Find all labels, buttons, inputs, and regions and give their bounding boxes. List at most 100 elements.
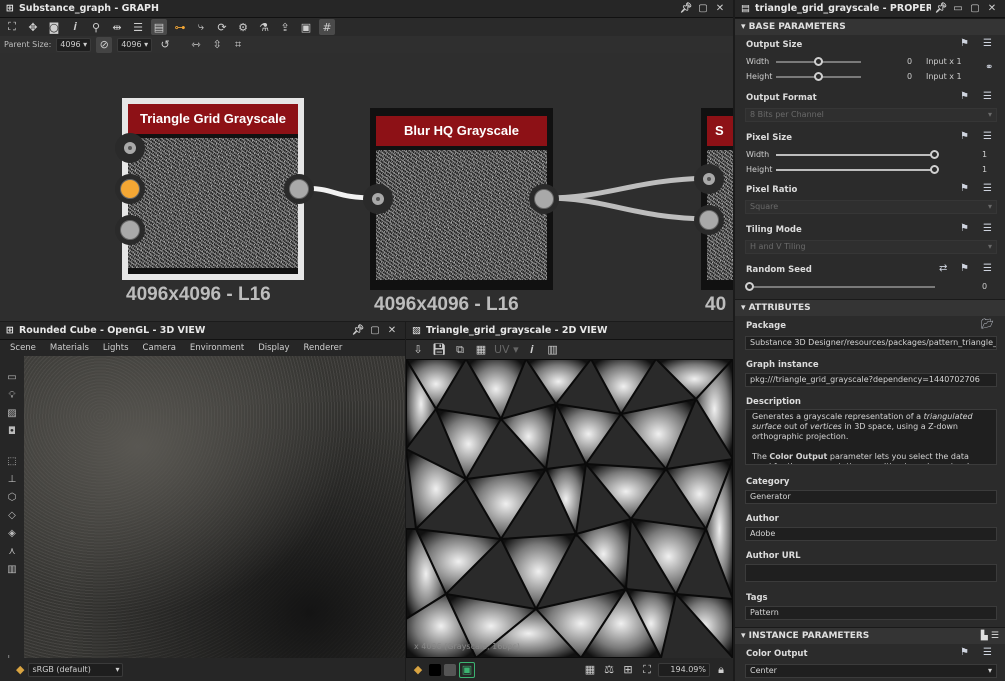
cube-view-icon[interactable]: ⬡ [4, 490, 20, 504]
menu-display[interactable]: Display [258, 343, 289, 353]
node-triangle-grid[interactable]: Triangle Grid Grayscale [122, 98, 304, 280]
graph-instance-field[interactable]: pkg:///triangle_grid_grayscale?dependenc… [745, 373, 997, 387]
colorspace-select[interactable]: sRGB (default) ▾ [28, 662, 124, 677]
category-field[interactable]: Generator [745, 490, 997, 504]
compare-icon[interactable]: ⚖ [601, 662, 617, 678]
export-image-icon[interactable]: ⇩ [410, 342, 426, 358]
axis-icon[interactable]: ⊥ [4, 472, 20, 486]
expose-icon[interactable]: ⚑ [960, 647, 969, 658]
grid-toggle-icon[interactable]: ▦ [582, 662, 598, 678]
tile-view-icon[interactable]: ⊞ [620, 662, 636, 678]
menu-icon[interactable]: ☰ [983, 38, 992, 49]
package-field[interactable]: Substance 3D Designer/resources/packages… [745, 336, 997, 350]
menu-icon[interactable]: ☰ [983, 223, 992, 234]
menu-icon[interactable]: ☰ [983, 263, 992, 274]
output-format-select[interactable]: 8 Bits per Channel ▾ [745, 108, 997, 122]
random-seed-value[interactable]: 0 [982, 282, 987, 291]
float-icon[interactable]: ▭ [951, 3, 965, 14]
layers-icon[interactable]: ◈ [4, 526, 20, 540]
link-icon[interactable]: ⚭ [985, 62, 993, 73]
output-port[interactable] [284, 174, 314, 204]
tags-field[interactable]: Pattern [745, 606, 997, 620]
menu-icon[interactable]: ☰ [991, 631, 999, 641]
menu-environment[interactable]: Environment [190, 343, 244, 353]
light-icon[interactable]: 💡︎ [4, 388, 20, 402]
shuffle-icon[interactable]: ⇄ [939, 263, 947, 274]
close-icon[interactable]: ✕ [985, 3, 999, 14]
histogram-icon[interactable]: ▥ [4, 562, 20, 576]
pin-icon[interactable]: 📌︎ [351, 325, 365, 336]
copy-icon[interactable]: ⧉ [452, 342, 468, 358]
zoom-field[interactable]: 194.09% [658, 662, 710, 677]
menu-icon[interactable]: ☰ [983, 183, 992, 194]
section-instance-parameters[interactable]: ▾ INSTANCE PARAMETERS ▙ ☰ [735, 627, 1005, 644]
menu-materials[interactable]: Materials [50, 343, 89, 353]
menu-renderer[interactable]: Renderer [304, 343, 343, 353]
channel-color-icon[interactable]: ▣ [459, 661, 475, 678]
maximize-icon[interactable]: ▢ [368, 325, 382, 336]
info-icon[interactable]: 𝒊 [524, 342, 540, 358]
pixel-height-knob[interactable] [930, 165, 939, 174]
node-blur-hq[interactable]: Blur HQ Grayscale [370, 108, 553, 290]
random-seed-slider[interactable] [749, 286, 935, 288]
random-seed-knob[interactable] [745, 282, 754, 291]
output-height-knob[interactable] [814, 72, 823, 81]
menu-scene[interactable]: Scene [10, 343, 36, 353]
camera-view-icon[interactable]: ▭ [4, 370, 20, 384]
channel-gray-icon[interactable] [444, 663, 456, 676]
output-port[interactable] [529, 184, 559, 214]
uv-toggle[interactable]: UV ▾ [494, 342, 519, 358]
pin-icon[interactable]: 📌︎ [934, 3, 948, 14]
menu-icon[interactable]: ☰ [983, 91, 992, 102]
histogram-icon[interactable]: ▥ [545, 342, 561, 358]
author-field[interactable]: Adobe [745, 527, 997, 541]
lock-icon[interactable]: 🔒︎ [713, 662, 729, 678]
pixel-ratio-select[interactable]: Square ▾ [745, 200, 997, 214]
input-port[interactable] [115, 215, 145, 245]
save-icon[interactable]: 💾︎ [431, 342, 447, 358]
layers-stack-icon[interactable]: ◆ [410, 662, 426, 678]
expose-icon[interactable]: ⚑ [960, 223, 969, 234]
tiling-mode-select[interactable]: H and V Tiling ▾ [745, 240, 997, 254]
expose-icon[interactable]: ⚑ [960, 38, 969, 49]
output-width-mode[interactable]: Input x 1 [926, 57, 962, 66]
pixel-height-value[interactable]: 1 [982, 165, 987, 174]
section-base-parameters[interactable]: ▾ BASE PARAMETERS [735, 18, 1005, 35]
view2d-viewport[interactable] [406, 359, 733, 658]
channel-black-icon[interactable] [429, 663, 441, 676]
color-output-select[interactable]: Center ▾ [745, 664, 997, 678]
wire-cube-icon[interactable]: ◇ [4, 508, 20, 522]
output-width-value[interactable]: 0 [907, 57, 912, 66]
folder-icon[interactable]: 📂︎ [981, 319, 994, 330]
screenshot-icon[interactable]: ◘ [4, 424, 20, 438]
author-url-field[interactable] [745, 564, 997, 582]
description-field[interactable]: Generates a grayscale representation of … [745, 409, 997, 465]
view3d-viewport[interactable] [24, 356, 405, 658]
pixel-width-value[interactable]: 1 [982, 150, 987, 159]
input-port[interactable] [115, 133, 145, 163]
menu-camera[interactable]: Camera [143, 343, 176, 353]
input-port[interactable] [694, 205, 724, 235]
pixel-height-slider[interactable] [776, 169, 936, 171]
input-port[interactable] [694, 164, 724, 194]
menu-lights[interactable]: Lights [103, 343, 129, 353]
pixel-width-slider[interactable] [776, 154, 936, 156]
fit-icon[interactable]: ⛶ [639, 662, 655, 678]
section-attributes[interactable]: ▾ ATTRIBUTES [735, 299, 1005, 316]
pixel-width-knob[interactable] [930, 150, 939, 159]
maximize-icon[interactable]: ▢ [968, 3, 982, 14]
output-height-value[interactable]: 0 [907, 72, 912, 81]
input-port[interactable] [363, 184, 393, 214]
input-port-active[interactable] [115, 174, 145, 204]
image-icon[interactable]: ▨ [4, 406, 20, 420]
menu-icon[interactable]: ☰ [983, 131, 992, 142]
expose-icon[interactable]: ⚑ [960, 263, 969, 274]
output-width-knob[interactable] [814, 57, 823, 66]
object-icon[interactable]: ⬚ [4, 454, 20, 468]
tile-icon[interactable]: ▦ [473, 342, 489, 358]
preset-icon[interactable]: ▙ [981, 631, 991, 641]
close-icon[interactable]: ✕ [385, 325, 399, 336]
expose-icon[interactable]: ⚑ [960, 183, 969, 194]
expose-icon[interactable]: ⚑ [960, 91, 969, 102]
expose-icon[interactable]: ⚑ [960, 131, 969, 142]
